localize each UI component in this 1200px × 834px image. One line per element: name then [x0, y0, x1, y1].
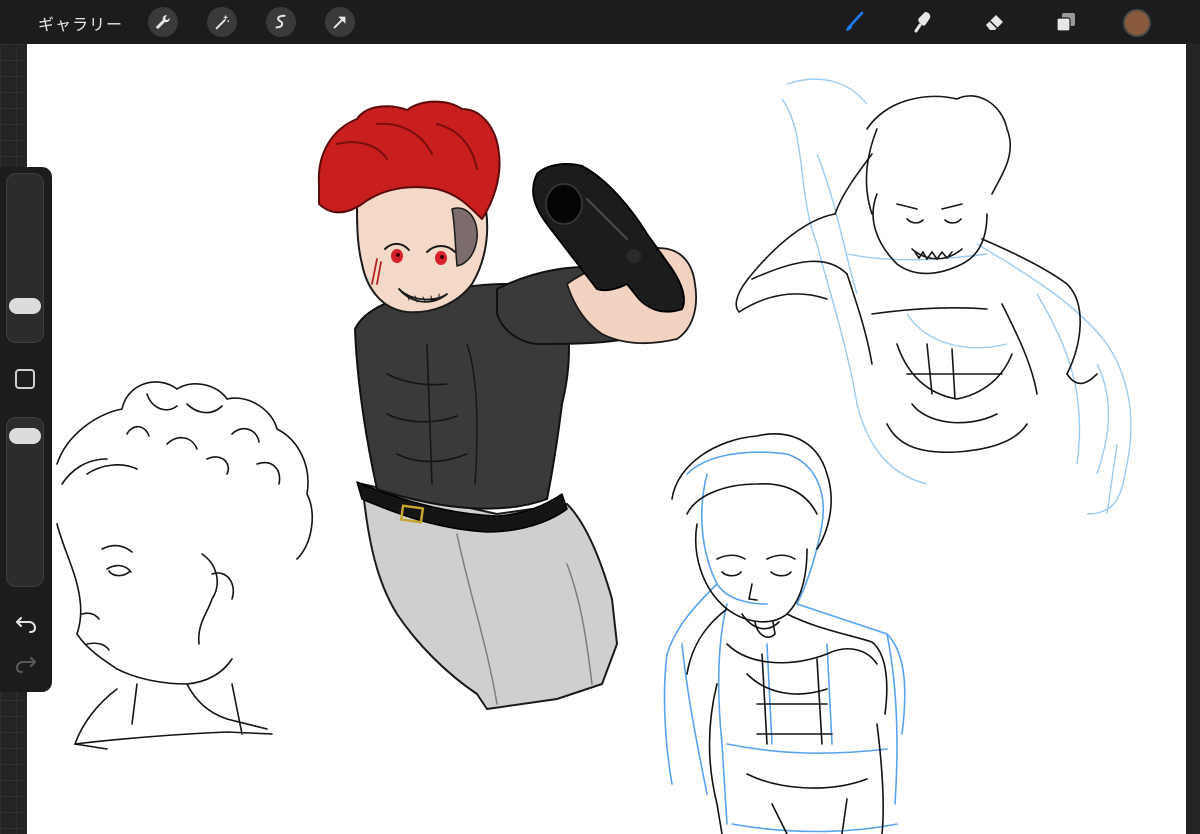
brush-size-slider[interactable]	[6, 173, 44, 343]
top-toolbar: ギャラリー	[0, 0, 1200, 44]
smudge-button[interactable]	[907, 6, 939, 38]
drawing-canvas[interactable]	[27, 44, 1186, 834]
undo-icon	[16, 617, 37, 633]
artwork	[56, 78, 1132, 834]
selection-icon	[275, 14, 286, 29]
transform-arrow-icon	[333, 16, 346, 29]
sketch-figure-bottom	[671, 433, 888, 834]
layers-button[interactable]	[1050, 6, 1082, 38]
workspace-margin	[1186, 44, 1200, 834]
selection-button[interactable]	[266, 7, 296, 37]
opacity-slider[interactable]	[6, 417, 44, 587]
eraser-button[interactable]	[979, 6, 1011, 38]
opacity-thumb[interactable]	[9, 428, 41, 445]
undo-button[interactable]	[12, 612, 40, 636]
brush-button[interactable]	[838, 6, 870, 38]
adjustments-button[interactable]	[207, 7, 237, 37]
redo-icon	[15, 657, 36, 673]
square-modifier-icon[interactable]	[15, 369, 35, 389]
red-hair-character-with-gun	[317, 100, 697, 710]
sketch-figure-top-right	[735, 95, 1098, 454]
smudge-icon	[914, 12, 931, 33]
color-button[interactable]	[1123, 9, 1151, 37]
gallery-button[interactable]: ギャラリー	[38, 11, 123, 35]
curly-hair-profile-sketch	[56, 381, 313, 750]
actions-button[interactable]	[148, 7, 178, 37]
left-sidebar	[0, 167, 52, 692]
brush-icon	[846, 11, 864, 31]
magic-wand-icon	[215, 14, 230, 30]
layers-icon	[1056, 13, 1075, 32]
eraser-icon	[986, 15, 1003, 30]
blue-sketch-figure-bottom	[663, 451, 906, 833]
blue-sketch-figure-top-right	[781, 78, 1132, 515]
brush-size-thumb[interactable]	[9, 298, 41, 315]
transform-button[interactable]	[325, 7, 355, 37]
redo-button[interactable]	[12, 652, 40, 676]
wrench-icon	[156, 15, 170, 29]
